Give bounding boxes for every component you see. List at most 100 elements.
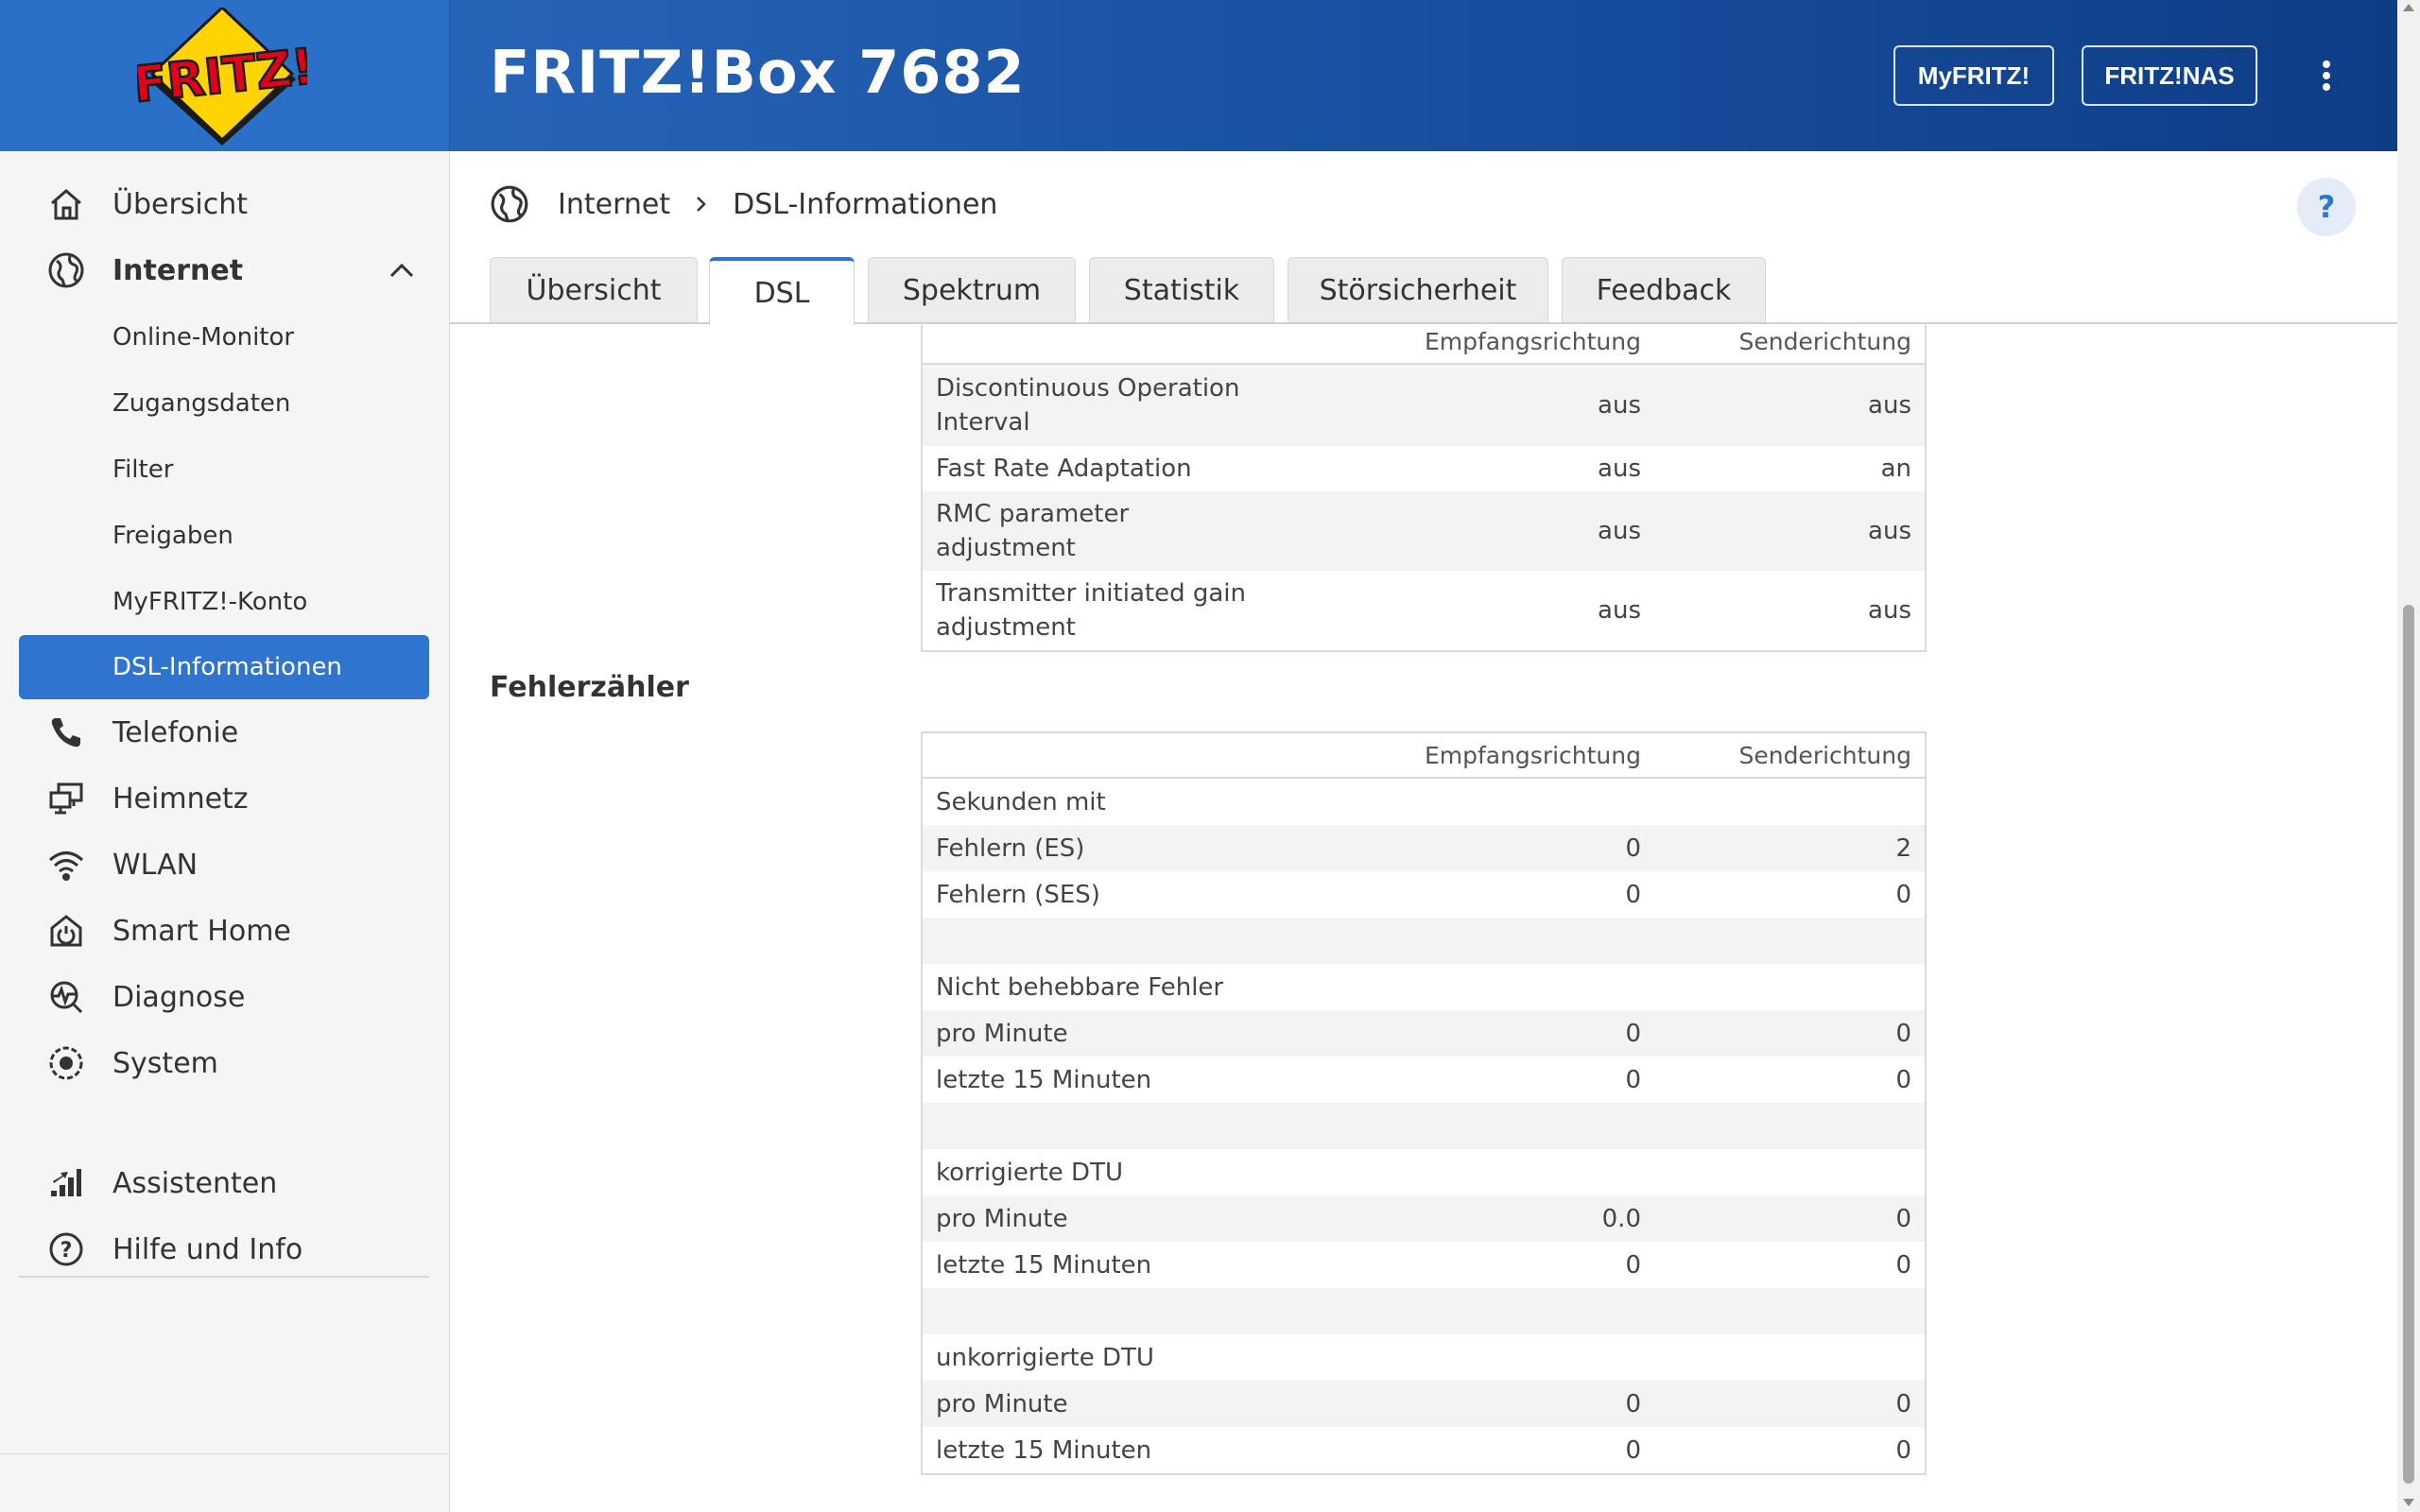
sidebar-subitem-online-monitor[interactable]: Online-Monitor [19,305,429,369]
scroll-thumb[interactable] [2403,605,2414,1484]
row-label: Sekunden mit [936,787,1106,816]
sidebar-subitem-filter[interactable]: Filter [19,438,429,502]
table-row: Transmitter initiated gain adjustment aus… [923,571,1925,650]
cell-rx: aus [1598,596,1641,625]
row-label: pro Minute [936,1389,1068,1418]
home-icon [45,183,87,225]
diagnose-icon [45,976,87,1018]
cell-rx: aus [1598,517,1641,545]
row-label: letzte 15 Minuten [936,1435,1152,1465]
top-header: FRITZ! FRITZ!Box 7682 MyFRITZ! FRITZ!NAS [0,0,2397,151]
sidebar-item-overview[interactable]: Übersicht [0,174,450,234]
sidebar-subitem-dsl-informationen[interactable]: DSL-Informationen [19,635,429,699]
fritz-logo[interactable]: FRITZ! [137,8,307,147]
scroll-down-arrow-icon[interactable] [2403,1499,2414,1506]
cell-rx: 0 [1625,833,1641,863]
cell-rx: aus [1598,391,1641,420]
sidebar-item-assistenten[interactable]: Assistenten [0,1153,450,1213]
sidebar-item-label: WLAN [112,848,199,882]
chevron-up-icon[interactable] [386,254,418,286]
table-row: Fehlern (SES) 0 0 [923,871,1925,918]
column-header-tx: Senderichtung [1738,741,1911,769]
row-label: pro Minute [936,1019,1068,1048]
row-label-line: adjustment [936,534,1076,562]
cell-tx: aus [1868,596,1911,625]
table-header-row: Empfangsrichtung Senderichtung [923,325,1925,365]
globe-icon [491,185,528,223]
table-row: Sekunden mit [923,779,1925,825]
row-label: Nicht behebbare Fehler [936,972,1224,1002]
table-row: korrigierte DTU [923,1149,1925,1195]
sidebar-item-wlan[interactable]: WLAN [0,834,450,895]
row-label-line: Transmitter initiated gain [936,579,1246,608]
cell-rx: 0 [1625,1435,1641,1465]
sidebar-item-label: Übersicht [112,187,249,221]
row-label: Fehlern (SES) [936,880,1100,909]
sidebar-subitem-zugangsdaten[interactable]: Zugangsdaten [19,371,429,436]
sidebar-subitem-freigaben[interactable]: Freigaben [19,504,429,568]
cell-tx: 0 [1895,1065,1911,1094]
breadcrumb-root[interactable]: Internet [558,188,670,221]
sidebar-item-internet[interactable]: Internet [0,240,450,301]
scroll-up-arrow-icon[interactable] [2403,4,2414,11]
tab-stoersicherheit[interactable]: Störsicherheit [1288,257,1548,323]
tab-spektrum[interactable]: Spektrum [868,257,1076,323]
breadcrumb: Internet DSL-Informationen [490,181,997,227]
table-row: Fast Rate Adaptation aus an [923,446,1925,491]
table-row: Discontinuous Operation Interval aus aus [923,365,1925,446]
sidebar-item-hilfe-und-info[interactable]: ? Hilfe und Info [0,1219,450,1280]
tab-statistik[interactable]: Statistik [1089,257,1274,323]
logo-area: FRITZ! [0,0,450,151]
svg-text:?: ? [60,1239,73,1263]
myfritz-button[interactable]: MyFRITZ! [1893,45,2054,106]
system-icon [45,1042,87,1084]
sidebar-item-label: Hilfe und Info [112,1232,303,1266]
sidebar-item-label: System [112,1046,218,1080]
cell-rx: 0 [1625,1250,1641,1280]
row-label: Transmitter initiated gain adjustment [936,576,1246,644]
sidebar-subitem-label: MyFRITZ!-Konto [112,588,308,616]
cell-rx: 0 [1625,1389,1641,1418]
sidebar-subitem-label: Zugangsdaten [112,389,291,418]
table-row: RMC parameter adjustment aus aus [923,491,1925,571]
table-row: letzte 15 Minuten 0 0 [923,1057,1925,1103]
sidebar-subitem-myfritz-konto[interactable]: MyFRITZ!-Konto [19,570,429,634]
table-row: pro Minute 0 0 [923,1381,1925,1427]
column-header-rx: Empfangsrichtung [1424,741,1641,769]
error-counter-table: Empfangsrichtung Senderichtung Sekunden … [921,731,1927,1475]
help-button[interactable]: ? [2297,178,2356,236]
sidebar-item-label: Telefonie [112,715,239,749]
table-row [923,1288,1925,1334]
sidebar-item-heimnetz[interactable]: Heimnetz [0,768,450,829]
sidebar-subitem-label: Filter [112,455,174,484]
wifi-icon [45,844,87,885]
tab-dsl[interactable]: DSL [709,257,855,325]
table-header-row: Empfangsrichtung Senderichtung [923,733,1925,779]
row-label: unkorrigierte DTU [936,1343,1154,1372]
tab-uebersicht[interactable]: Übersicht [490,257,698,323]
logo-text: FRITZ! [137,39,307,114]
row-label-line: Interval [936,408,1030,437]
cell-tx: 2 [1895,833,1911,863]
row-label: Fehlern (ES) [936,833,1085,863]
row-label: Fast Rate Adaptation [936,455,1192,483]
sidebar-item-diagnose[interactable]: Diagnose [0,967,450,1027]
table-row [923,1103,1925,1149]
table-row: Nicht behebbare Fehler [923,964,1925,1010]
sidebar-item-system[interactable]: System [0,1033,450,1093]
sidebar-item-label: Diagnose [112,980,246,1014]
globe-icon [45,249,87,291]
more-menu-icon[interactable] [2312,57,2341,94]
sidebar-subitem-label: DSL-Informationen [112,653,342,681]
fritz-nas-button[interactable]: FRITZ!NAS [2082,45,2257,106]
row-label: letzte 15 Minuten [936,1250,1152,1280]
page-scrollbar[interactable] [2397,0,2420,1512]
sidebar-item-telefonie[interactable]: Telefonie [0,702,450,763]
sidebar-item-smart-home[interactable]: Smart Home [0,901,450,961]
tab-feedback[interactable]: Feedback [1562,257,1766,323]
cell-rx: aus [1598,455,1641,483]
column-header-tx: Senderichtung [1738,327,1911,355]
dsl-settings-table: Empfangsrichtung Senderichtung Discontin… [921,325,1927,652]
phone-icon [45,712,87,753]
cell-rx: 0 [1625,880,1641,909]
